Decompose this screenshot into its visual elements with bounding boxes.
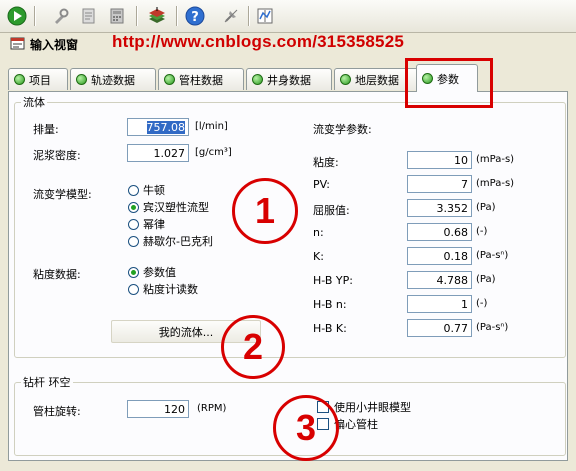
play-icon[interactable] bbox=[6, 5, 28, 27]
tab-label: 项目 bbox=[29, 73, 51, 87]
mud-density-unit: [g/cm³] bbox=[195, 147, 232, 158]
tab-wellbore[interactable]: 井身数据 bbox=[246, 68, 332, 90]
tab-string[interactable]: 管柱数据 bbox=[158, 68, 244, 90]
form-icon[interactable] bbox=[78, 5, 100, 27]
chart-icon[interactable] bbox=[254, 5, 276, 27]
tab-parameters[interactable]: 参数 bbox=[416, 64, 478, 92]
param-input-hb-yp[interactable]: 4.788 bbox=[407, 271, 472, 289]
flow-rate-unit: [l/min] bbox=[195, 121, 228, 132]
radio-button bbox=[128, 266, 139, 278]
tab-status-icon bbox=[340, 74, 351, 85]
toolbar: ? bbox=[0, 0, 576, 33]
radio-label: 幂律 bbox=[143, 218, 165, 231]
param-unit-hb-k: (Pa-sⁿ) bbox=[476, 322, 509, 333]
param-unit-k: (Pa-sⁿ) bbox=[476, 250, 509, 261]
tab-label: 参数 bbox=[437, 72, 459, 86]
rheology-model-label: 流变学模型: bbox=[33, 188, 92, 201]
tab-status-icon bbox=[252, 74, 263, 85]
window-title: 输入视窗 bbox=[30, 38, 79, 52]
radio-button bbox=[128, 283, 139, 295]
param-label-n: n: bbox=[313, 226, 324, 239]
radio-button bbox=[128, 218, 139, 230]
checkbox-label: 偏心管柱 bbox=[334, 418, 378, 431]
radio-label: 牛顿 bbox=[143, 184, 165, 197]
param-input-yield[interactable]: 3.352 bbox=[407, 199, 472, 217]
radio-label: 赫歇尔-巴克利 bbox=[143, 235, 213, 248]
param-input-k[interactable]: 0.18 bbox=[407, 247, 472, 265]
radio-parameter-values[interactable]: 参数值 bbox=[128, 264, 176, 280]
checkbox-label: 使用小井眼模型 bbox=[334, 401, 411, 414]
tab-label: 管柱数据 bbox=[179, 73, 223, 87]
viscosity-data-label: 粘度数据: bbox=[33, 268, 81, 281]
flow-rate-input[interactable]: 757.08 bbox=[127, 118, 189, 136]
tab-label: 轨迹数据 bbox=[91, 73, 135, 87]
rotation-unit: (RPM) bbox=[197, 403, 227, 414]
param-input-hb-k[interactable]: 0.77 bbox=[407, 319, 472, 337]
param-unit-hb-yp: (Pa) bbox=[476, 274, 496, 285]
tab-status-icon bbox=[14, 74, 25, 85]
annulus-group-title: 钻杆 环空 bbox=[23, 376, 71, 389]
radio-button bbox=[128, 235, 139, 247]
annotation-circle-3: 3 bbox=[273, 395, 339, 461]
flow-rate-label: 排量: bbox=[33, 123, 59, 136]
tab-status-icon bbox=[422, 73, 433, 84]
radio-herschel-bulkley[interactable]: 赫歇尔-巴克利 bbox=[128, 233, 213, 249]
tab-trajectory[interactable]: 轨迹数据 bbox=[70, 68, 156, 90]
param-input-hb-n[interactable]: 1 bbox=[407, 295, 472, 313]
param-input-n[interactable]: 0.68 bbox=[407, 223, 472, 241]
rotation-label: 管柱旋转: bbox=[33, 405, 81, 418]
radio-label: 宾汉塑性流型 bbox=[143, 201, 209, 214]
radio-bingham-plastic[interactable]: 宾汉塑性流型 bbox=[128, 199, 209, 215]
svg-text:?: ? bbox=[191, 10, 199, 25]
tab-label: 地层数据 bbox=[355, 73, 399, 87]
param-input-viscosity[interactable]: 10 bbox=[407, 151, 472, 169]
param-unit-n: (-) bbox=[476, 226, 488, 237]
flow-rate-value: 757.08 bbox=[146, 121, 185, 134]
param-label-hb-yp: H-B YP: bbox=[313, 274, 353, 287]
calc-icon[interactable] bbox=[106, 5, 128, 27]
radio-button bbox=[128, 201, 139, 213]
watermark-url: http://www.cnblogs.com/315358525 bbox=[112, 32, 405, 51]
tab-label: 井身数据 bbox=[267, 73, 311, 87]
param-unit-hb-n: (-) bbox=[476, 298, 488, 309]
help-icon[interactable]: ? bbox=[184, 5, 206, 27]
rotation-input[interactable]: 120 bbox=[127, 400, 189, 418]
param-unit-pv: (mPa-s) bbox=[476, 178, 515, 189]
param-label-yield: 屈服值: bbox=[313, 204, 350, 217]
tab-status-icon bbox=[164, 74, 175, 85]
param-input-pv[interactable]: 7 bbox=[407, 175, 472, 193]
radio-label: 粘度计读数 bbox=[143, 283, 198, 296]
param-unit-yield: (Pa) bbox=[476, 202, 496, 213]
tool-icon[interactable] bbox=[50, 5, 72, 27]
mud-density-label: 泥浆密度: bbox=[33, 149, 81, 162]
mud-density-input[interactable]: 1.027 bbox=[127, 144, 189, 162]
stack-icon[interactable] bbox=[146, 5, 168, 27]
param-label-k: K: bbox=[313, 250, 324, 263]
radio-newtonian[interactable]: 牛顿 bbox=[128, 182, 165, 198]
annotation-circle-1: 1 bbox=[232, 178, 298, 244]
param-label-hb-n: H-B n: bbox=[313, 298, 347, 311]
fluid-group-title: 流体 bbox=[23, 96, 45, 109]
window-icon bbox=[10, 37, 26, 54]
radio-power-law[interactable]: 幂律 bbox=[128, 216, 165, 232]
radio-label: 参数值 bbox=[143, 266, 176, 279]
param-label-viscosity: 粘度: bbox=[313, 156, 339, 169]
tab-status-icon bbox=[76, 74, 87, 85]
annotation-circle-2: 2 bbox=[221, 315, 285, 379]
rheology-params-title: 流变学参数: bbox=[313, 123, 372, 136]
param-label-hb-k: H-B K: bbox=[313, 322, 347, 335]
param-label-pv: PV: bbox=[313, 178, 330, 191]
radio-viscometer-readings[interactable]: 粘度计读数 bbox=[128, 281, 198, 297]
tab-project[interactable]: 项目 bbox=[8, 68, 68, 90]
pin-icon[interactable] bbox=[220, 5, 242, 27]
param-unit-viscosity: (mPa-s) bbox=[476, 154, 515, 165]
radio-button bbox=[128, 184, 139, 196]
